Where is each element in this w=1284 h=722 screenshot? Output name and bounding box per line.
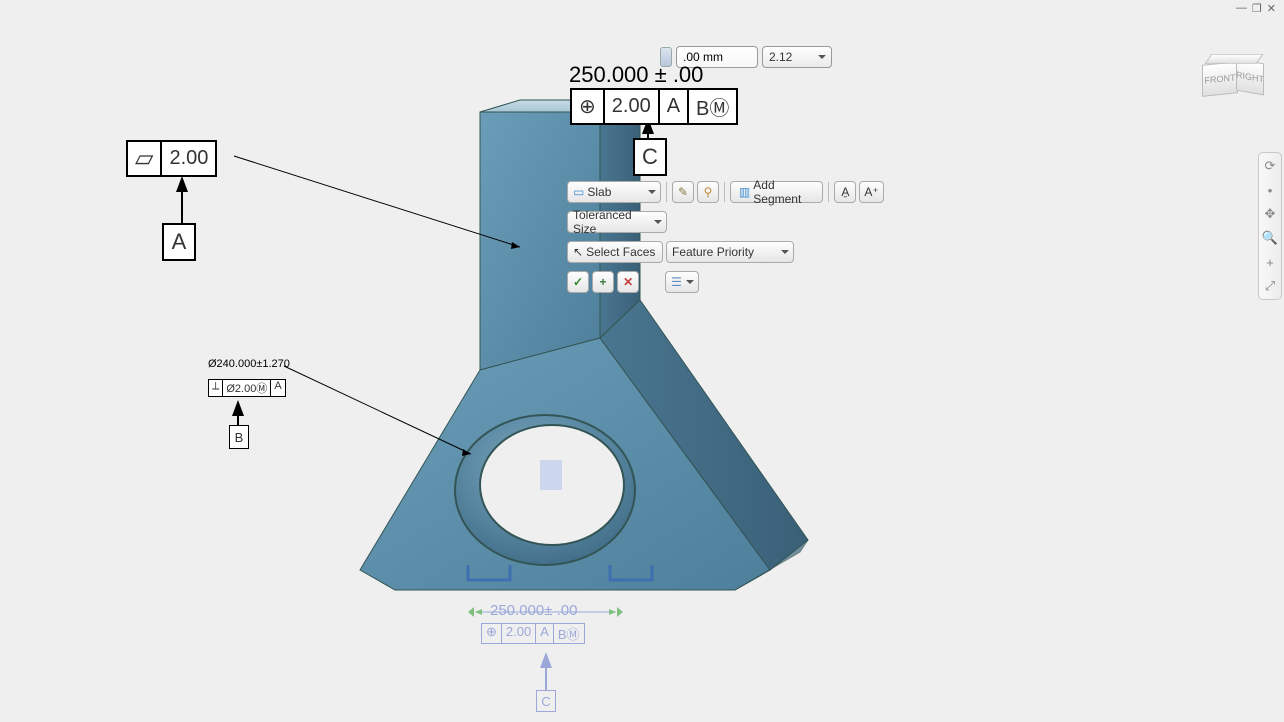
- attach-button[interactable]: ⚲: [697, 181, 719, 203]
- maximize-button[interactable]: ❐: [1252, 2, 1262, 15]
- flatness-symbol: ▱: [128, 142, 162, 175]
- cancel-button[interactable]: ✕: [617, 271, 639, 293]
- ghost-fcf-symbol: ⊕: [482, 624, 502, 643]
- priority-select[interactable]: Feature Priority: [666, 241, 794, 263]
- text-a-icon: A̱: [841, 185, 849, 199]
- ghost-fcf-a: A: [536, 624, 554, 643]
- add-segment-button[interactable]: ▥ Add Segment: [730, 181, 824, 203]
- fcf-perpendicularity[interactable]: ⟂ Ø2.00Ⓜ A: [208, 379, 286, 397]
- view-toolbar: ⟳ • ✥ 🔍 + ⤢: [1258, 152, 1282, 300]
- options-button[interactable]: ☰: [665, 271, 699, 293]
- add-button[interactable]: +: [592, 271, 614, 293]
- orbit-icon[interactable]: ⟳: [1261, 157, 1279, 175]
- fcf-position-symbol: ⊕: [572, 90, 605, 123]
- fullscreen-icon[interactable]: ⤢: [1261, 277, 1279, 295]
- hole-dimension: Ø240.000±1.270: [208, 358, 290, 370]
- fcf-position-datum-a: A: [660, 90, 689, 123]
- dim-format-select[interactable]: 2.12: [762, 46, 832, 68]
- zoom-icon[interactable]: 🔍: [1261, 229, 1279, 247]
- fcf-flatness[interactable]: ▱ 2.00: [126, 140, 217, 177]
- type-select-label: Slab: [587, 185, 611, 199]
- ghost-dimension: 250.000± .00: [490, 602, 577, 619]
- type-select[interactable]: ▭ Slab: [567, 181, 661, 203]
- window-controls: — ❐ ✕: [1236, 2, 1276, 15]
- text-format-a-button[interactable]: A̱: [834, 181, 856, 203]
- ghost-datum-c[interactable]: C: [536, 690, 556, 712]
- list-icon: ☰: [671, 275, 682, 289]
- view-cube[interactable]: FRONT RIGHT: [1202, 55, 1262, 100]
- ghost-fcf-tol: 2.00: [502, 624, 536, 643]
- fcf-position-tol: 2.00: [605, 90, 660, 123]
- close-window-button[interactable]: ✕: [1267, 2, 1276, 15]
- ok-button[interactable]: ✓: [567, 271, 589, 293]
- ghost-fcf[interactable]: ⊕ 2.00 A BⓂ: [481, 623, 585, 644]
- datum-b[interactable]: B: [229, 425, 249, 449]
- cursor-icon: ↖: [573, 245, 583, 259]
- select-faces-button[interactable]: ↖ Select Faces: [567, 241, 663, 263]
- add-segment-label: Add Segment: [753, 178, 814, 206]
- look-icon[interactable]: •: [1261, 181, 1279, 199]
- perp-datum-a: A: [271, 380, 284, 396]
- pan-icon[interactable]: ✥: [1261, 205, 1279, 223]
- select-faces-label: Select Faces: [586, 245, 655, 259]
- perp-symbol: ⟂: [209, 380, 223, 396]
- fcf-position-datum-b: BⓂ: [689, 90, 736, 123]
- fcf-position[interactable]: ⊕ 2.00 A BⓂ: [570, 88, 738, 125]
- perp-tol: Ø2.00Ⓜ: [223, 380, 271, 396]
- cube-front-face[interactable]: FRONT: [1202, 61, 1238, 97]
- attach-icon: ⚲: [704, 185, 713, 199]
- top-dimension: 250.000 ± .00: [569, 62, 703, 88]
- slab-icon: ▭: [573, 185, 584, 199]
- toleranced-size-select[interactable]: Toleranced Size: [567, 211, 667, 233]
- pencil-icon: ✎: [678, 185, 688, 199]
- cube-top-face[interactable]: [1205, 54, 1264, 64]
- cube-right-face[interactable]: RIGHT: [1236, 59, 1264, 96]
- text-b-icon: A⁺: [864, 185, 878, 199]
- flatness-tol: 2.00: [162, 142, 215, 175]
- datum-c[interactable]: C: [633, 138, 667, 176]
- minimize-button[interactable]: —: [1236, 2, 1247, 15]
- edit-fcf-button[interactable]: ✎: [672, 181, 694, 203]
- ghost-fcf-b: BⓂ: [554, 624, 584, 643]
- add-segment-icon: ▥: [739, 185, 750, 199]
- zoom-fit-icon[interactable]: +: [1261, 253, 1279, 271]
- datum-a[interactable]: A: [162, 223, 196, 261]
- text-format-b-button[interactable]: A⁺: [859, 181, 883, 203]
